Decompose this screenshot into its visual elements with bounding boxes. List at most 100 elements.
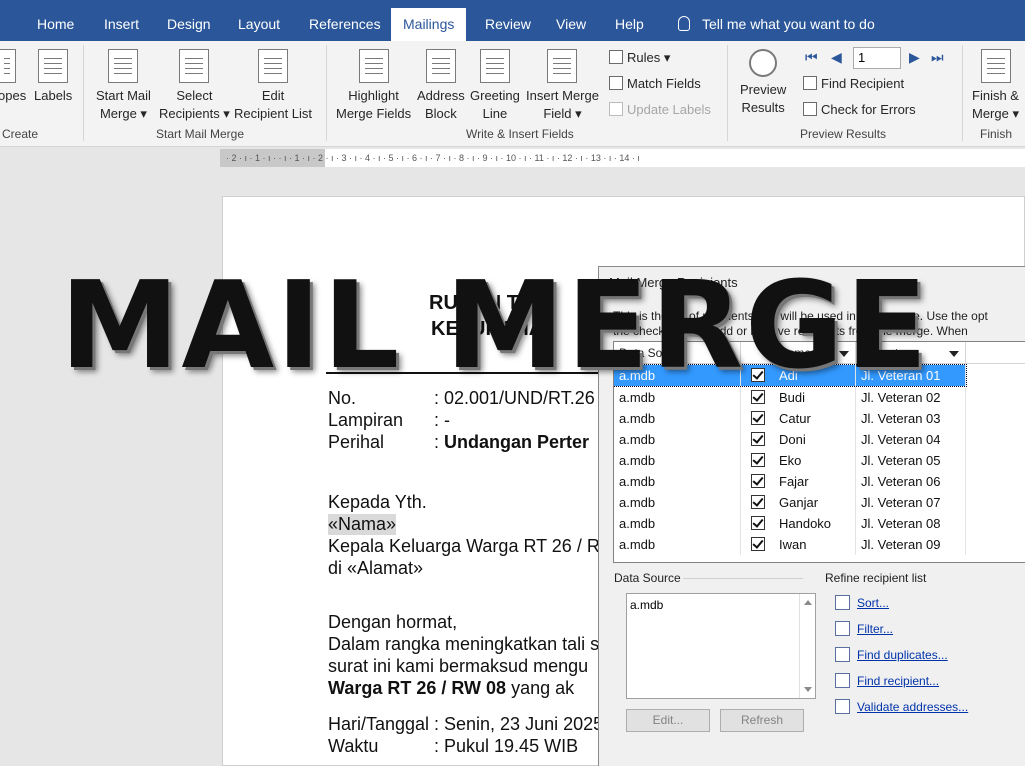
preview-results-button[interactable]: Preview Results xyxy=(740,49,786,117)
greeting-line-button[interactable]: Greeting Line xyxy=(470,49,520,123)
doc-hari-label: Hari/Tanggal xyxy=(328,714,430,734)
tell-me-text: Tell me what you want to do xyxy=(702,16,875,32)
insert-field-label-1: Insert Merge xyxy=(526,88,599,103)
tab-mailings[interactable]: Mailings xyxy=(391,8,467,41)
tab-home[interactable]: Home xyxy=(37,0,74,41)
tab-layout[interactable]: Layout xyxy=(238,0,280,41)
table-row[interactable]: a.mdb Ganjar Jl. Veteran 07 xyxy=(614,492,966,513)
table-row[interactable]: a.mdb Doni Jl. Veteran 04 xyxy=(614,429,966,450)
data-source-item[interactable]: a.mdb xyxy=(630,598,663,612)
overlay-title: MAIL MERGE xyxy=(60,257,930,396)
row-source: a.mdb xyxy=(614,492,741,513)
next-record-icon[interactable]: ▶ xyxy=(909,49,920,66)
start-merge-icon xyxy=(108,49,139,83)
tab-review[interactable]: Review xyxy=(485,0,531,41)
magnifier-icon xyxy=(749,49,778,77)
find-recipient-button[interactable]: Find Recipient xyxy=(803,74,904,94)
first-record-icon[interactable]: ⏮ xyxy=(805,49,818,66)
merge-field-alamat[interactable]: di «Alamat» xyxy=(328,558,423,579)
row-checkbox[interactable] xyxy=(751,537,765,551)
row-checkbox[interactable] xyxy=(751,495,765,509)
check-errors-button[interactable]: Check for Errors xyxy=(803,100,916,120)
table-row[interactable]: a.mdb Eko Jl. Veteran 05 xyxy=(614,450,966,471)
row-source: a.mdb xyxy=(614,513,741,534)
finish-merge-icon xyxy=(980,49,1011,83)
tab-view[interactable]: View xyxy=(556,0,586,41)
row-alamat: Jl. Veteran 09 xyxy=(856,534,966,555)
doc-lampiran-value: : - xyxy=(434,410,450,430)
find-duplicates-link[interactable]: Find duplicates... xyxy=(835,647,948,662)
row-checkbox[interactable] xyxy=(751,411,765,425)
previous-record-icon[interactable]: ◀ xyxy=(831,49,842,66)
tab-references[interactable]: References xyxy=(309,0,381,41)
tab-insert[interactable]: Insert xyxy=(104,0,139,41)
find-recipient-link[interactable]: Find recipient... xyxy=(835,673,939,688)
row-checkbox[interactable] xyxy=(751,516,765,530)
table-row[interactable]: a.mdb Iwan Jl. Veteran 09 xyxy=(614,534,966,555)
doc-hormat: Dengan hormat, xyxy=(328,612,458,632)
scroll-up-icon[interactable] xyxy=(804,600,812,605)
validate-addresses-link[interactable]: Validate addresses... xyxy=(835,699,968,714)
envelopes-label: opes xyxy=(0,88,27,103)
data-source-scrollbar[interactable] xyxy=(799,594,815,698)
insert-merge-field-button[interactable]: Insert Merge Field ▾ xyxy=(526,49,599,123)
scroll-down-icon[interactable] xyxy=(804,687,812,692)
table-row[interactable]: a.mdb Catur Jl. Veteran 03 xyxy=(614,408,966,429)
validate-addresses-label: Validate addresses... xyxy=(857,700,969,714)
insert-field-icon xyxy=(547,49,578,83)
rules-icon xyxy=(609,50,623,64)
merge-field-nama[interactable]: «Nama» xyxy=(328,514,397,535)
doc-kepada: Kepada Yth. xyxy=(328,492,427,512)
doc-waktu-value: : Pukul 19.45 WIB xyxy=(434,736,579,756)
rules-label: Rules ▾ xyxy=(627,50,671,65)
edit-button[interactable]: Edit... xyxy=(626,709,710,732)
sort-link[interactable]: Sort... xyxy=(835,595,889,610)
tell-me-box[interactable]: Tell me what you want to do xyxy=(678,0,875,41)
start-mail-merge-button[interactable]: Start Mail Merge ▾ xyxy=(96,49,151,123)
highlight-fields-icon xyxy=(358,49,389,83)
match-fields-button[interactable]: Match Fields xyxy=(609,74,701,94)
rules-button[interactable]: Rules ▾ xyxy=(609,48,670,68)
preview-label-2: Results xyxy=(741,100,785,115)
row-alamat: Jl. Veteran 05 xyxy=(856,450,966,471)
select-recipients-label-1: Select xyxy=(176,88,213,103)
highlight-merge-fields-button[interactable]: Highlight Merge Fields xyxy=(336,49,411,123)
envelopes-button[interactable]: opes xyxy=(0,49,26,105)
doc-body-3-bold: Warga RT 26 / RW 08 xyxy=(328,678,507,698)
alamat-sort-dropdown-icon[interactable] xyxy=(949,351,959,357)
row-checkbox[interactable] xyxy=(751,432,765,446)
edit-recipient-list-button[interactable]: Edit Recipient List xyxy=(234,49,312,123)
find-recipient-icon xyxy=(803,76,817,90)
finish-merge-button[interactable]: Finish & Merge ▾ xyxy=(972,49,1019,123)
finish-label-2: Merge ▾ xyxy=(972,106,1019,121)
group-label-create: Create xyxy=(2,127,39,141)
horizontal-ruler[interactable]: · 2 · ı · 1 · ı · · ı · 1 · ı · 2 · ı · … xyxy=(220,149,1025,167)
address-label-2: Block xyxy=(424,106,457,121)
filter-link[interactable]: Filter... xyxy=(835,621,893,636)
row-name: Doni xyxy=(774,429,856,450)
row-checkbox[interactable] xyxy=(751,474,765,488)
recipients-icon xyxy=(179,49,210,83)
tab-design[interactable]: Design xyxy=(167,0,211,41)
refresh-button[interactable]: Refresh xyxy=(720,709,804,732)
data-source-label: Data Source xyxy=(614,571,681,585)
doc-perihal-value: : Undangan Perter xyxy=(434,432,589,453)
table-row[interactable]: a.mdb Fajar Jl. Veteran 06 xyxy=(614,471,966,492)
update-labels-button[interactable]: Update Labels xyxy=(609,100,711,120)
row-checkbox[interactable] xyxy=(751,453,765,467)
address-block-button[interactable]: Address Block xyxy=(417,49,465,123)
check-errors-icon xyxy=(803,102,817,116)
row-alamat: Jl. Veteran 03 xyxy=(856,408,966,429)
data-source-divider xyxy=(683,578,803,579)
doc-hari-value: : Senin, 23 Juni 2025 xyxy=(434,714,604,734)
last-record-icon[interactable]: ⏭ xyxy=(931,49,944,66)
row-name: Catur xyxy=(774,408,856,429)
table-row[interactable]: a.mdb Handoko Jl. Veteran 08 xyxy=(614,513,966,534)
select-recipients-button[interactable]: Select Recipients ▾ xyxy=(159,49,230,123)
record-number-input[interactable]: 1 xyxy=(853,47,901,69)
labels-button[interactable]: Labels xyxy=(34,49,72,105)
group-label-start-mail-merge: Start Mail Merge xyxy=(156,127,245,141)
group-separator xyxy=(727,45,728,141)
data-source-list[interactable]: a.mdb xyxy=(626,593,816,699)
tab-help[interactable]: Help xyxy=(615,0,644,41)
